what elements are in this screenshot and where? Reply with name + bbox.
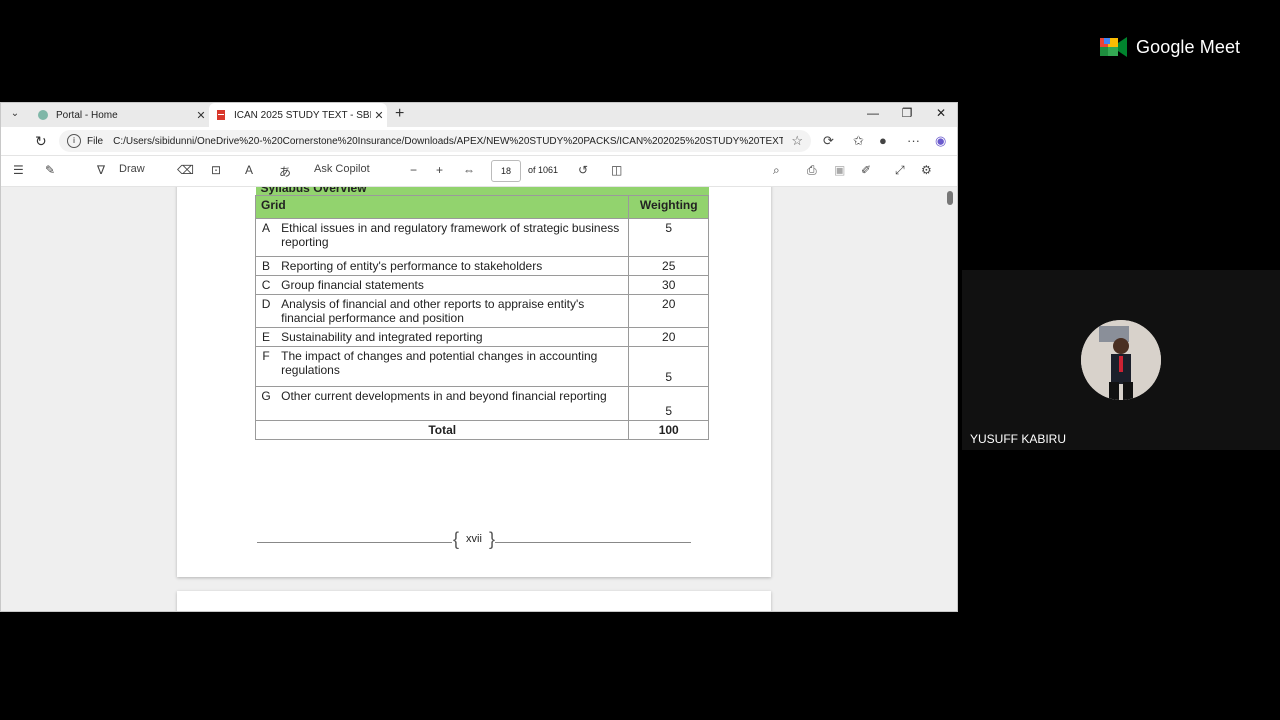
- tab-bar: ⌄ Portal - Home ✕ ICAN 2025 STUDY TEXT -…: [1, 103, 957, 127]
- row-weight: 20: [628, 327, 709, 347]
- row-weight: 25: [628, 256, 709, 276]
- participant-avatar: [1081, 320, 1161, 400]
- row-description: Reporting of entity's performance to sta…: [276, 256, 630, 276]
- table-row: A Ethical issues in and regulatory frame…: [255, 218, 709, 257]
- new-tab-icon[interactable]: +: [395, 105, 404, 123]
- print-icon[interactable]: ⎙: [807, 163, 817, 178]
- pdf-page: Syllabus Overview Grid Weighting A Ethic…: [177, 187, 771, 577]
- close-window-icon[interactable]: ✕: [931, 106, 951, 120]
- meet-brand-text: Google Meet: [1136, 36, 1241, 57]
- row-letter: A: [255, 218, 277, 257]
- tab-ican-study-text[interactable]: ICAN 2025 STUDY TEXT - SBR - C ✕: [209, 103, 387, 127]
- read-aloud-icon[interactable]: A: [245, 163, 253, 177]
- save-icon[interactable]: ▣: [834, 163, 845, 177]
- weighting-header: Weighting: [628, 195, 709, 219]
- row-weight: 5: [628, 346, 709, 387]
- translate-icon[interactable]: あ: [279, 163, 291, 180]
- zoom-out-icon[interactable]: −: [410, 163, 417, 177]
- url-text: C:/Users/sibidunni/OneDrive%20-%20Corner…: [113, 135, 784, 147]
- grid-header: Grid: [254, 195, 630, 219]
- row-letter: G: [255, 386, 277, 421]
- google-meet-logo: Google Meet: [1100, 34, 1240, 60]
- syllabus-table: Syllabus Overview Grid Weighting A Ethic…: [254, 187, 709, 440]
- draw-button[interactable]: Draw: [119, 163, 145, 175]
- reload-icon[interactable]: ↻: [35, 133, 47, 150]
- extensions-icon[interactable]: ⟳: [823, 133, 834, 149]
- participant-tile[interactable]: YUSUFF KABIRU: [962, 270, 1280, 450]
- fit-page-icon[interactable]: ⇔: [463, 163, 475, 177]
- vertical-scrollbar[interactable]: [947, 191, 953, 205]
- row-description: Sustainability and integrated reporting: [276, 327, 630, 347]
- next-pdf-page: [177, 591, 771, 611]
- pdf-toolbar: ☰ ✎ ∇ Draw ⌫ ⊡ A あ Ask Copilot − + ⇔ 18 …: [1, 155, 957, 187]
- row-description: Ethical issues in and regulatory framewo…: [276, 218, 630, 257]
- row-letter: D: [255, 294, 277, 328]
- search-icon[interactable]: ⌕: [773, 163, 780, 178]
- row-description: Other current developments in and beyond…: [276, 386, 630, 421]
- text-box-icon[interactable]: ⊡: [211, 163, 221, 177]
- row-weight: 5: [628, 386, 709, 421]
- profile-avatar-icon[interactable]: ●: [879, 133, 887, 148]
- more-menu-icon[interactable]: ···: [907, 133, 920, 148]
- close-tab-icon[interactable]: ✕: [371, 109, 387, 122]
- table-row: D Analysis of financial and other report…: [255, 294, 709, 328]
- close-tab-icon[interactable]: ✕: [193, 109, 209, 122]
- url-scheme: File: [87, 135, 104, 147]
- minimize-icon[interactable]: —: [863, 106, 883, 120]
- favorites-icon[interactable]: ✩: [853, 133, 864, 149]
- footer-rule-right: [495, 542, 691, 543]
- favorite-star-icon[interactable]: ☆: [791, 133, 803, 149]
- footer-rule-left: [257, 542, 452, 543]
- row-description: The impact of changes and potential chan…: [276, 346, 630, 387]
- info-icon[interactable]: i: [67, 134, 81, 148]
- row-letter: E: [255, 327, 277, 347]
- tab-list-dropdown-icon[interactable]: ⌄: [7, 108, 23, 122]
- browser-window: ⌄ Portal - Home ✕ ICAN 2025 STUDY TEXT -…: [0, 102, 958, 612]
- ask-copilot-button[interactable]: Ask Copilot: [314, 163, 370, 175]
- pdf-favicon-icon: [217, 110, 225, 120]
- page-view-icon[interactable]: ◫: [611, 163, 622, 177]
- row-description: Group financial statements: [276, 275, 630, 295]
- row-weight: 20: [628, 294, 709, 328]
- save-as-icon[interactable]: ✐: [861, 163, 871, 177]
- table-row: G Other current developments in and beyo…: [255, 386, 709, 421]
- address-bar[interactable]: i File C:/Users/sibidunni/OneDrive%20-%2…: [59, 130, 811, 152]
- zoom-in-icon[interactable]: +: [436, 163, 443, 177]
- fullscreen-icon[interactable]: ⤢: [895, 163, 905, 178]
- tab-title: ICAN 2025 STUDY TEXT - SBR - C: [234, 109, 371, 121]
- total-value: 100: [628, 420, 709, 440]
- row-letter: B: [255, 256, 277, 276]
- row-description: Analysis of financial and other reports …: [276, 294, 630, 328]
- meet-camera-icon: [1100, 37, 1127, 57]
- eraser-icon[interactable]: ⌫: [177, 163, 194, 177]
- total-label: Total: [254, 420, 630, 440]
- address-bar-row: ↻ i File C:/Users/sibidunni/OneDrive%20-…: [1, 127, 957, 155]
- tab-title: Portal - Home: [56, 109, 118, 121]
- table-row: E Sustainability and integrated reportin…: [255, 327, 709, 347]
- highlight-icon[interactable]: ✎: [45, 163, 55, 177]
- section-title: Syllabus Overview: [255, 187, 709, 196]
- settings-gear-icon[interactable]: ⚙: [921, 163, 932, 177]
- page-total: of 1061: [528, 165, 559, 175]
- restore-icon[interactable]: ❐: [897, 106, 917, 120]
- tab-portal-home[interactable]: Portal - Home ✕: [31, 103, 209, 127]
- row-weight: 30: [628, 275, 709, 295]
- row-weight: 5: [628, 218, 709, 257]
- copilot-icon[interactable]: ◉: [935, 133, 946, 149]
- page-number-label: xvii: [453, 529, 495, 550]
- row-letter: C: [255, 275, 277, 295]
- page-number-input[interactable]: 18: [491, 160, 521, 182]
- draw-pen-icon[interactable]: ∇: [97, 163, 105, 177]
- table-row: F The impact of changes and potential ch…: [255, 346, 709, 387]
- table-row: B Reporting of entity's performance to s…: [255, 256, 709, 276]
- contents-icon[interactable]: ☰: [13, 163, 24, 177]
- pdf-viewer[interactable]: Syllabus Overview Grid Weighting A Ethic…: [1, 187, 957, 611]
- portal-favicon-icon: [38, 110, 48, 120]
- table-row: C Group financial statements 30: [255, 275, 709, 295]
- participant-photo-icon: [1081, 320, 1161, 400]
- rotate-icon[interactable]: ↺: [578, 163, 588, 177]
- total-row: Total 100: [254, 420, 709, 440]
- participant-name: YUSUFF KABIRU: [970, 432, 1067, 446]
- row-letter: F: [255, 346, 277, 387]
